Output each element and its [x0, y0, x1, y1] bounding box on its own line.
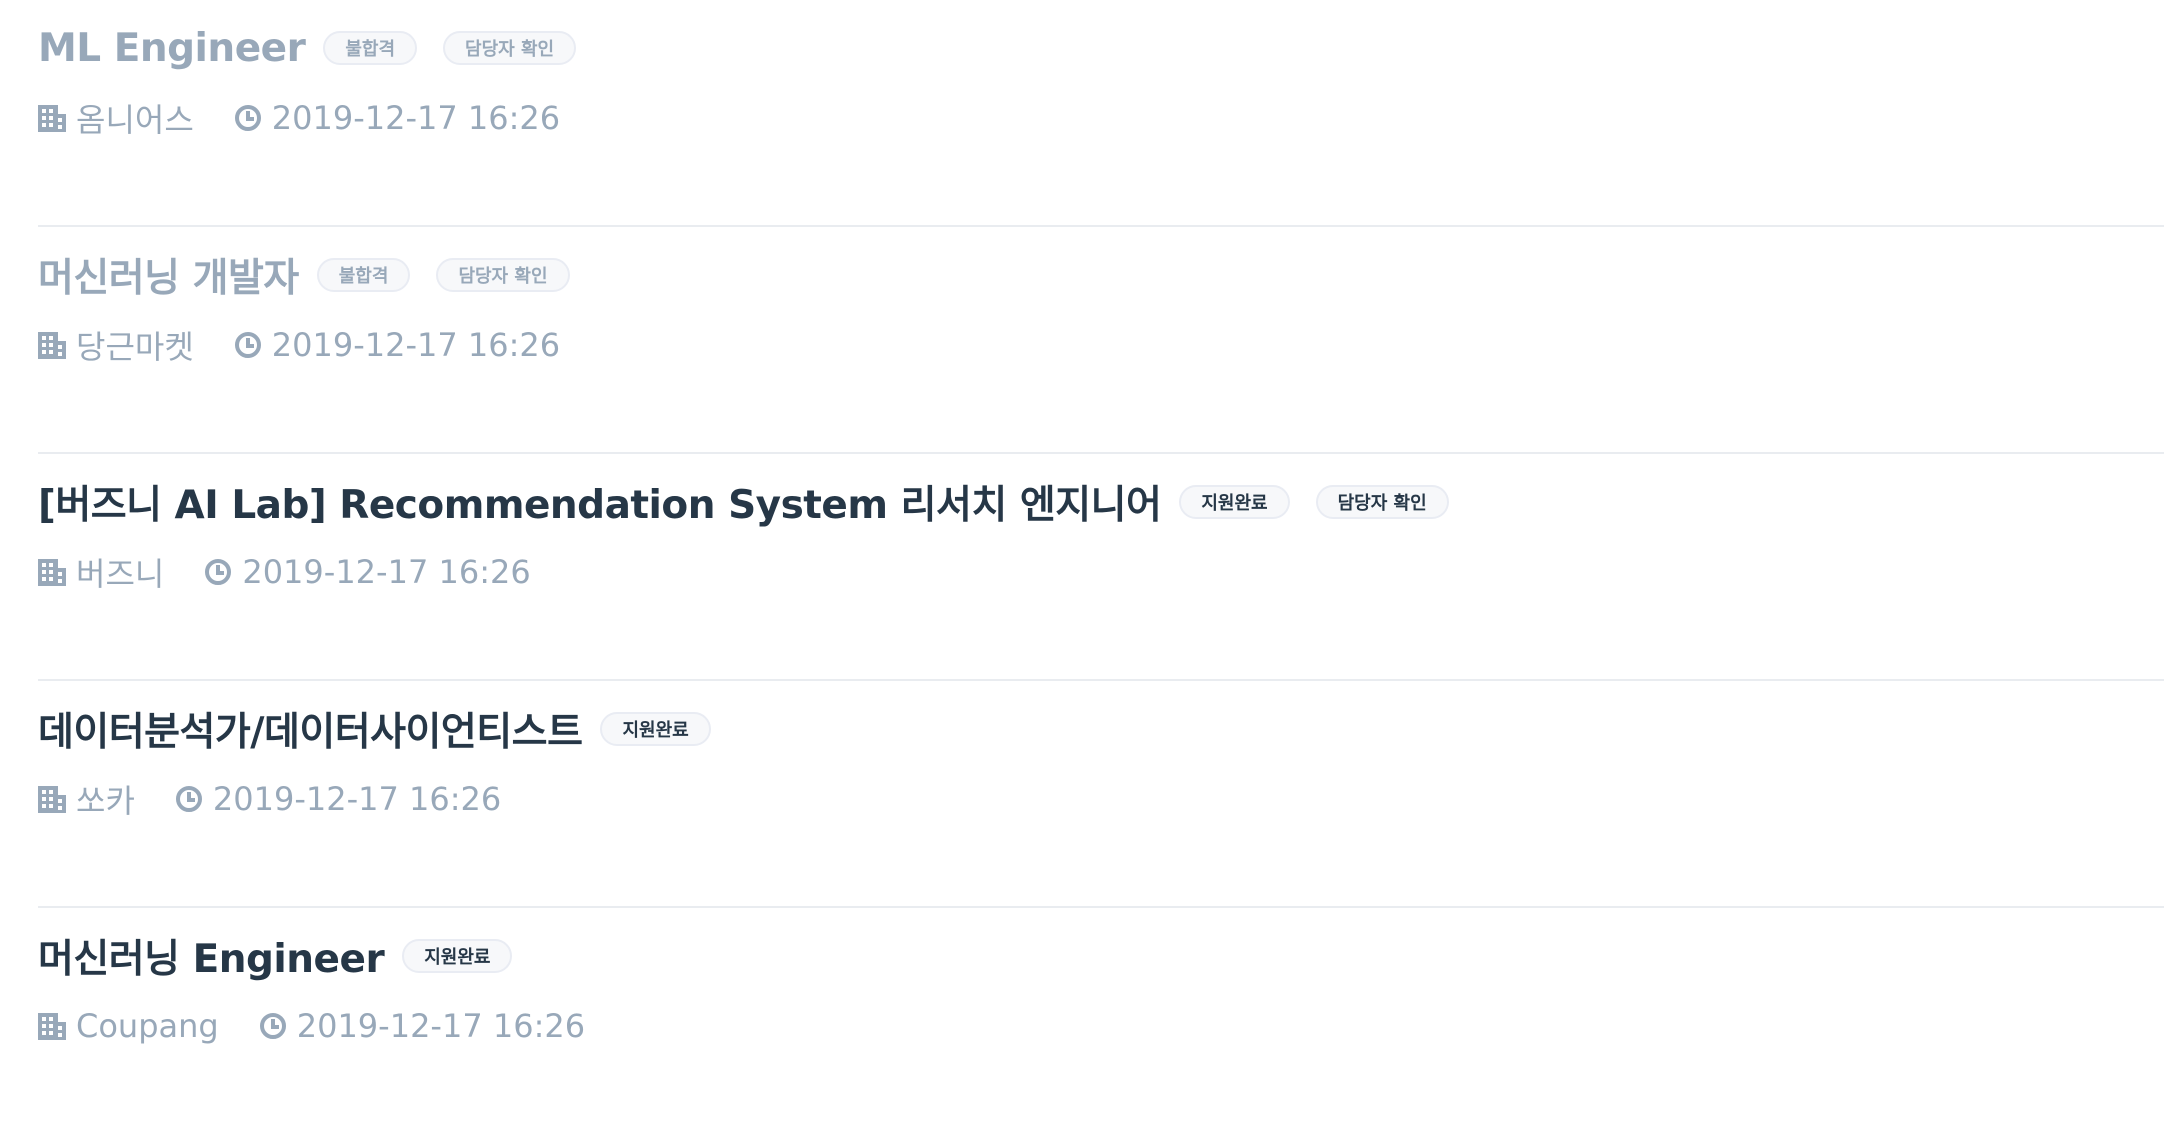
- meta-row: Coupang 2019-12-17 16:26: [38, 1004, 625, 1048]
- company: 당근마켓: [38, 322, 194, 368]
- status-badge: 불합격: [323, 31, 418, 65]
- applied-date: 2019-12-17 16:26: [234, 99, 560, 137]
- building-icon: [38, 1013, 66, 1040]
- job-title[interactable]: 데이터분석가/데이터사이언티스트: [38, 701, 583, 757]
- job-title[interactable]: ML Engineer: [38, 26, 306, 71]
- company-name: 옴니어스: [76, 101, 194, 139]
- company-name: Coupang: [76, 1007, 219, 1045]
- job-title[interactable]: 머신러닝 개발자: [38, 247, 299, 303]
- company: Coupang: [38, 1007, 219, 1045]
- applied-date: 2019-12-17 16:26: [175, 780, 501, 818]
- application-item[interactable]: 머신러닝 Engineer 지원완료 Coupang 2019-12-17 16…: [38, 908, 2164, 1135]
- status-badge: 지원완료: [600, 712, 711, 746]
- company-name: 버즈니: [76, 555, 165, 593]
- status-badge: 지원완료: [1179, 485, 1290, 519]
- building-icon: [38, 105, 66, 132]
- date-text: 2019-12-17 16:26: [271, 326, 561, 364]
- job-title[interactable]: 머신러닝 Engineer: [38, 928, 385, 984]
- clock-icon: [175, 786, 202, 812]
- company-name: 당근마켓: [76, 328, 194, 366]
- clock-icon: [259, 1013, 286, 1039]
- job-title[interactable]: [버즈니 AI Lab] Recommendation System 리서치 엔…: [38, 474, 1162, 530]
- application-item[interactable]: 데이터분석가/데이터사이언티스트 지원완료 쏘카 2019-12-17 16:2…: [38, 681, 2164, 908]
- application-item[interactable]: 머신러닝 개발자 불합격 담당자 확인 당근마켓 2019-12-17 16:2…: [38, 227, 2164, 454]
- date-text: 2019-12-17 16:26: [271, 99, 561, 137]
- company-name: 쏘카: [76, 782, 135, 820]
- meta-row: 옴니어스 2019-12-17 16:26: [38, 96, 600, 140]
- meta-row: 당근마켓 2019-12-17 16:26: [38, 323, 600, 367]
- clock-icon: [205, 559, 232, 585]
- application-item[interactable]: ML Engineer 불합격 담당자 확인 옴니어스 2019-12-17 1…: [38, 0, 2164, 227]
- title-row: 머신러닝 Engineer 지원완료: [38, 930, 538, 982]
- date-text: 2019-12-17 16:26: [296, 1007, 586, 1045]
- meta-row: 쏘카 2019-12-17 16:26: [38, 777, 541, 821]
- applied-date: 2019-12-17 16:26: [234, 326, 560, 364]
- title-row: 데이터분석가/데이터사이언티스트 지원완료: [38, 703, 737, 755]
- meta-row: 버즈니 2019-12-17 16:26: [38, 550, 571, 594]
- status-badge: 담당자 확인: [436, 258, 570, 292]
- status-badge: 지원완료: [402, 939, 513, 973]
- building-icon: [38, 332, 66, 359]
- building-icon: [38, 786, 66, 813]
- date-text: 2019-12-17 16:26: [212, 780, 502, 818]
- company: 쏘카: [38, 776, 135, 822]
- applied-date: 2019-12-17 16:26: [204, 553, 531, 591]
- application-item[interactable]: [버즈니 AI Lab] Recommendation System 리서치 엔…: [38, 454, 2164, 681]
- status-badge: 담당자 확인: [1315, 485, 1449, 519]
- status-badge: 불합격: [316, 258, 411, 292]
- title-row: ML Engineer 불합격 담당자 확인: [38, 22, 602, 74]
- company: 옴니어스: [38, 95, 194, 141]
- clock-icon: [234, 332, 261, 358]
- status-badge: 담당자 확인: [443, 31, 577, 65]
- company: 버즈니: [38, 549, 164, 595]
- title-row: 머신러닝 개발자 불합격 담당자 확인: [38, 249, 596, 301]
- date-text: 2019-12-17 16:26: [242, 553, 531, 591]
- clock-icon: [234, 105, 261, 131]
- application-list: ML Engineer 불합격 담당자 확인 옴니어스 2019-12-17 1…: [38, 0, 2164, 1135]
- title-row: [버즈니 AI Lab] Recommendation System 리서치 엔…: [38, 476, 1475, 528]
- applied-date: 2019-12-17 16:26: [259, 1007, 585, 1045]
- building-icon: [38, 559, 66, 586]
